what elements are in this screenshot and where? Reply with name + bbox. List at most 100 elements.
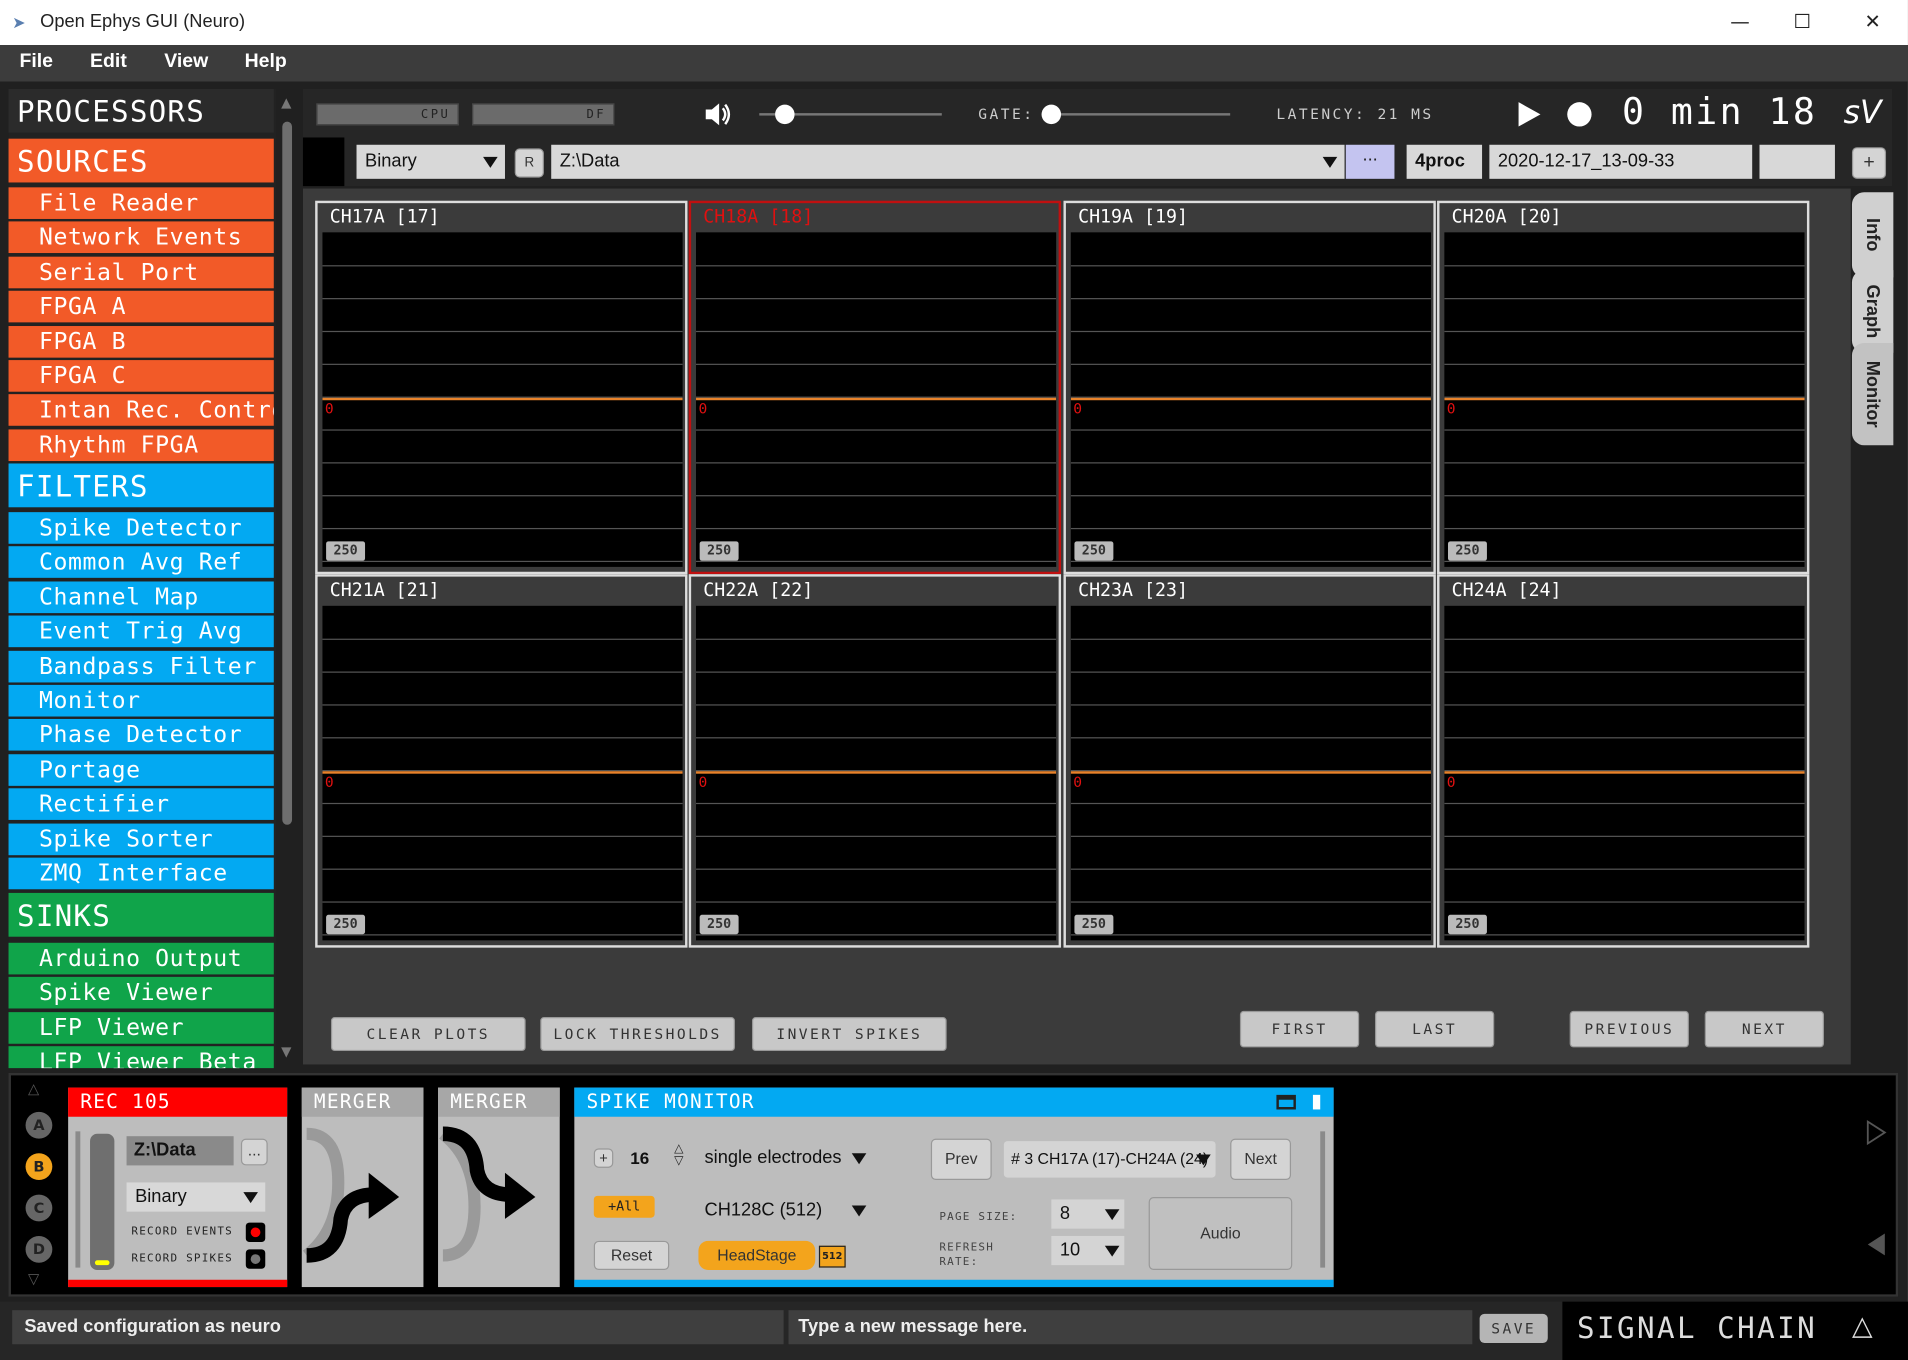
add-button[interactable]: + (1851, 147, 1887, 179)
record-dir-field[interactable]: Z:\Data (126, 1136, 234, 1166)
record-dir-browse-button[interactable]: ... (240, 1138, 268, 1166)
threshold-line[interactable] (322, 771, 683, 774)
filter-item[interactable]: Spike Sorter (8, 823, 274, 855)
prepend-text-field[interactable]: 4proc (1406, 144, 1483, 179)
sink-item[interactable]: LFP Viewer (8, 1011, 274, 1044)
filter-item[interactable]: Event Trig Avg (8, 615, 274, 648)
threshold-value-label[interactable]: 250 (326, 541, 366, 561)
threshold-value-label[interactable]: 250 (699, 914, 739, 935)
threshold-line[interactable] (1070, 397, 1431, 401)
invert-spikes-button[interactable]: INVERT SPIKES (751, 1016, 947, 1052)
tab-graph[interactable]: Graph (1851, 270, 1894, 353)
menu-view[interactable]: View (164, 51, 208, 73)
threshold-value-label[interactable]: 250 (1074, 541, 1114, 561)
channel-panel[interactable]: CH21A [21] 0 250 (315, 574, 688, 948)
source-item[interactable]: FPGA B (8, 325, 274, 358)
browse-directory-button[interactable]: ... (1345, 144, 1395, 179)
channel-panel[interactable]: CH17A [17] 0 250 (315, 200, 688, 575)
threshold-line[interactable] (1444, 397, 1805, 401)
channel-select[interactable]: CH128C (512) (696, 1195, 874, 1227)
sink-item[interactable]: Spike Viewer (8, 977, 274, 1009)
threshold-line[interactable] (322, 397, 683, 401)
chain-a-button[interactable]: A (25, 1111, 53, 1139)
reset-button[interactable]: Reset (593, 1240, 670, 1271)
gate-slider[interactable] (1041, 113, 1231, 116)
filter-item[interactable]: ZMQ Interface (8, 857, 274, 890)
sources-header[interactable]: SOURCES (8, 138, 274, 183)
filter-item[interactable]: Monitor (8, 684, 274, 717)
volume-icon[interactable] (703, 101, 732, 128)
spike-plot[interactable]: 0 250 (696, 232, 1057, 567)
menu-file[interactable]: File (19, 51, 53, 73)
record-node-editor[interactable]: REC 105 Z:\Data ... Binary RECORD EVENTS… (68, 1087, 288, 1288)
filter-item[interactable]: Phase Detector (8, 719, 274, 752)
channel-panel[interactable]: CH23A [23] 0 250 (1063, 574, 1436, 948)
filter-item[interactable]: Rectifier (8, 788, 274, 821)
collapse-editor-icon[interactable] (1312, 1094, 1321, 1110)
data-directory-field[interactable]: Z:\Data (551, 144, 1345, 179)
spike-plot[interactable]: 0 250 (696, 605, 1057, 941)
record-events-toggle[interactable] (245, 1222, 266, 1243)
threshold-line[interactable] (696, 397, 1057, 401)
spike-plot[interactable]: 0 250 (322, 605, 683, 941)
record-engine-select[interactable]: Binary (126, 1182, 266, 1212)
tab-monitor[interactable]: Monitor (1851, 343, 1894, 446)
channel-panel[interactable]: CH19A [19] 0 250 (1063, 200, 1436, 575)
threshold-line[interactable] (1444, 771, 1805, 774)
close-button[interactable]: ✕ (1845, 5, 1901, 39)
threshold-value-label[interactable]: 250 (326, 914, 366, 935)
add-all-button[interactable]: +All (593, 1195, 655, 1218)
date-text-field[interactable]: 2020-12-17_13-09-33 (1489, 144, 1753, 179)
record-spikes-toggle[interactable] (245, 1249, 266, 1269)
record-engine-dropdown[interactable]: Binary (356, 144, 505, 179)
save-message-button[interactable]: SAVE (1479, 1313, 1548, 1344)
source-item[interactable]: Rhythm FPGA (8, 429, 274, 461)
electrode-count-stepper[interactable]: △ ▽ (674, 1143, 683, 1168)
editor-resize-bar[interactable] (1320, 1131, 1326, 1268)
threshold-line[interactable] (696, 771, 1057, 774)
channel-panel[interactable]: CH18A [18] 0 250 (688, 200, 1062, 575)
chain-up-icon[interactable]: △ (28, 1080, 39, 1097)
threshold-value-label[interactable]: 250 (1447, 541, 1487, 561)
minimize-button[interactable]: — (1712, 5, 1768, 39)
threshold-value-label[interactable]: 250 (1074, 914, 1114, 935)
menu-edit[interactable]: Edit (90, 51, 127, 73)
r-button[interactable]: R (514, 148, 544, 178)
chain-c-button[interactable]: C (25, 1194, 53, 1222)
threshold-value-label[interactable]: 250 (1447, 914, 1487, 935)
append-text-field[interactable] (1759, 144, 1835, 179)
processor-list-scrollbar[interactable] (282, 121, 293, 825)
channel-panel[interactable]: CH20A [20] 0 250 (1437, 200, 1810, 575)
filter-item[interactable]: Portage (8, 753, 274, 786)
refresh-rate-select[interactable]: 10 (1051, 1235, 1125, 1266)
filter-item[interactable]: Bandpass Filter (8, 650, 274, 682)
filter-item[interactable]: Common Avg Ref (8, 546, 274, 579)
add-electrode-button[interactable]: + (593, 1148, 614, 1168)
maximize-button[interactable]: ☐ (1774, 5, 1830, 39)
page-prev-button[interactable]: Prev (930, 1138, 992, 1181)
threshold-value-label[interactable]: 250 (699, 541, 739, 561)
chain-d-button[interactable]: D (25, 1235, 53, 1263)
processors-header[interactable]: PROCESSORS (8, 88, 274, 133)
next-button[interactable]: NEXT (1704, 1010, 1824, 1048)
play-icon[interactable] (1516, 100, 1543, 129)
chain-b-button[interactable]: B (25, 1153, 53, 1181)
merger-editor-2[interactable]: MERGER (438, 1087, 560, 1288)
scroll-up-icon[interactable]: ▲ (281, 95, 296, 111)
clear-plots-button[interactable]: CLEAR PLOTS (330, 1016, 526, 1052)
sink-item[interactable]: LFP Viewer Beta (8, 1046, 274, 1069)
page-size-select[interactable]: 8 (1051, 1199, 1125, 1229)
first-button[interactable]: FIRST (1239, 1010, 1360, 1048)
channel-panel[interactable]: CH22A [22] 0 250 (688, 574, 1062, 948)
sink-item[interactable]: Arduino Output (8, 942, 274, 975)
source-item[interactable]: Network Events (8, 221, 274, 254)
audio-button[interactable]: Audio (1148, 1197, 1293, 1271)
source-item[interactable]: FPGA A (8, 290, 274, 323)
record-icon[interactable] (1566, 101, 1593, 128)
headstage-button[interactable]: HeadStage (698, 1240, 816, 1271)
filter-item[interactable]: Spike Detector (8, 512, 274, 544)
chain-down-icon[interactable]: ▽ (28, 1270, 39, 1287)
spike-plot[interactable]: 0 250 (322, 232, 683, 567)
spike-plot[interactable]: 0 250 (1444, 605, 1805, 941)
spike-plot[interactable]: 0 250 (1444, 232, 1805, 567)
